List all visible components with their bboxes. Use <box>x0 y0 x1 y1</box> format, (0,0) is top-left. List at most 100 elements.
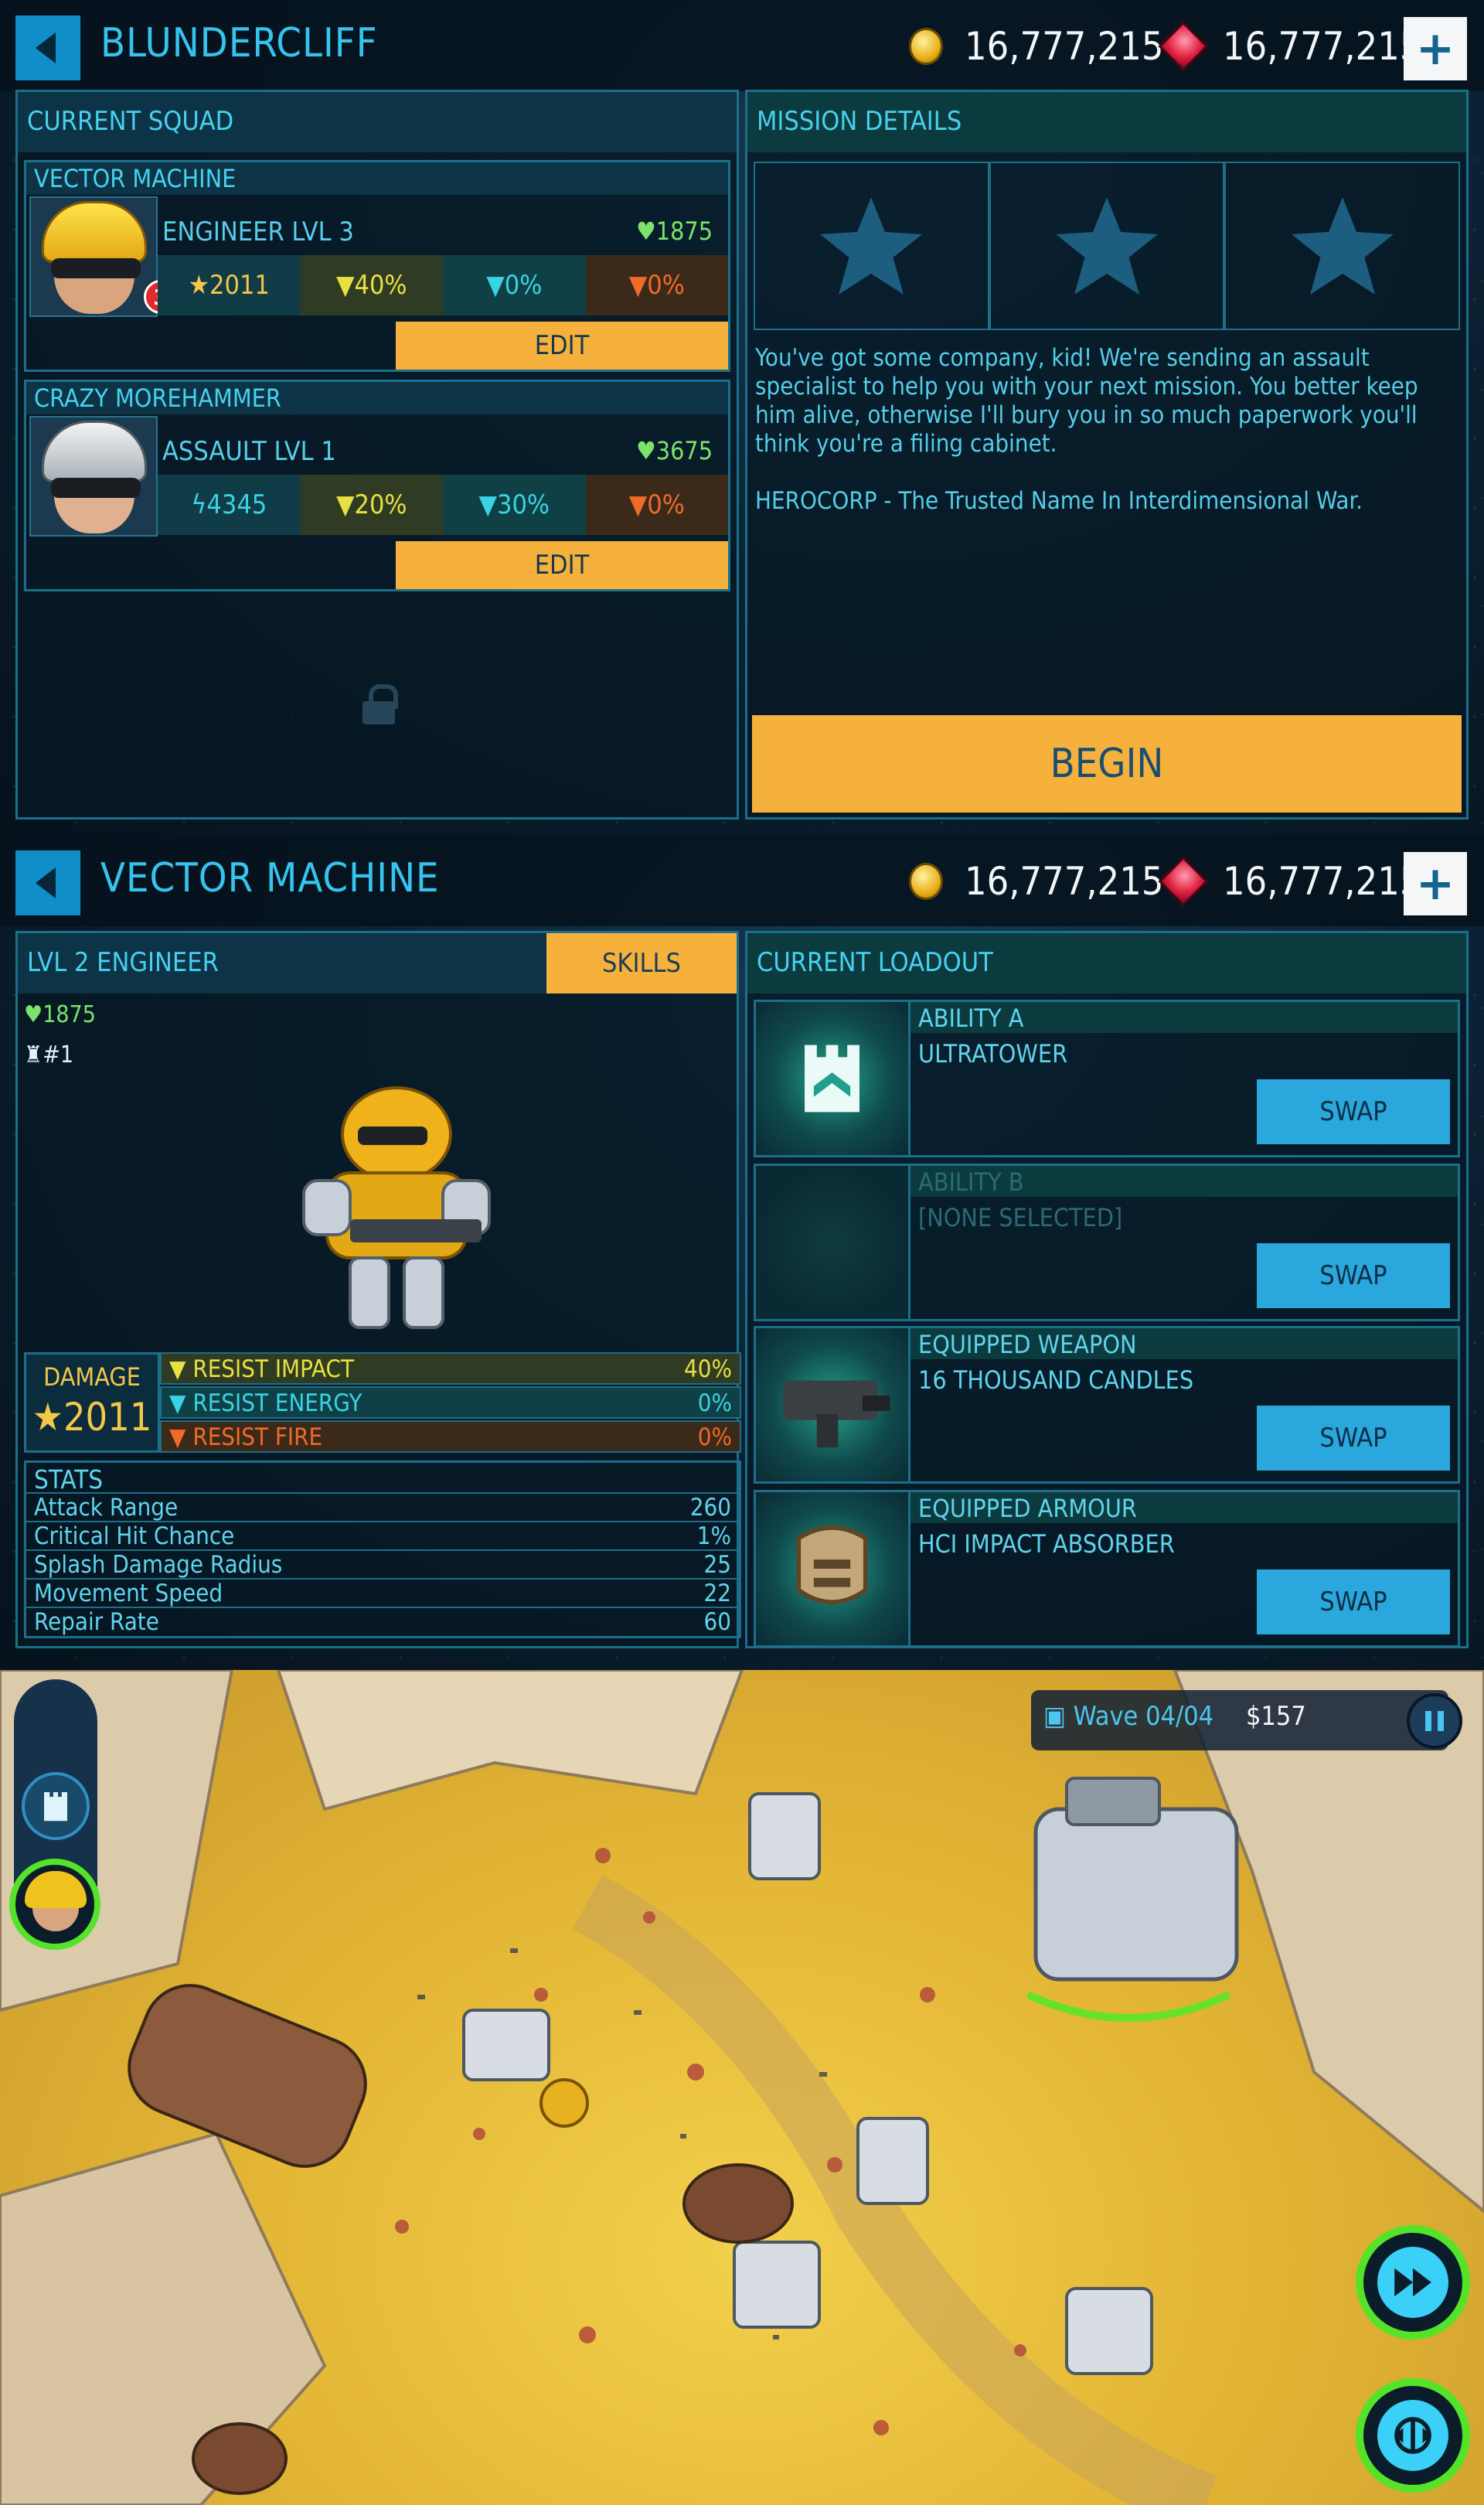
hero-portrait-button[interactable] <box>9 1859 100 1950</box>
heart-icon: ♥ <box>635 436 656 465</box>
loadout-slot-armour: EQUIPPED ARMOUR HCI IMPACT ABSORBER SWAP <box>754 1490 1460 1648</box>
fire-shield-icon: ▼ <box>628 489 648 520</box>
robot-icon: ♜ <box>24 1041 43 1068</box>
tower-ability-button[interactable] <box>22 1772 90 1840</box>
damage-star-icon: ★ <box>32 1395 63 1440</box>
damage-star-icon: ★ <box>188 270 210 301</box>
fire-stat: ▼ 0% <box>585 475 728 535</box>
star-slot <box>1224 162 1461 330</box>
swap-button[interactable]: SWAP <box>1257 1079 1450 1144</box>
energy-shield-icon: ▼ <box>486 270 505 301</box>
impact-shield-icon: ▼ <box>335 489 355 520</box>
gem-icon <box>1158 21 1209 72</box>
slot-title: EQUIPPED ARMOUR <box>910 1492 1458 1523</box>
loadout-panel: CURRENT LOADOUT ABILITY A ULTRATOWER SWA… <box>745 931 1469 1648</box>
coin-counter: 16,777,215 <box>909 19 1163 74</box>
panel-title: CURRENT LOADOUT <box>747 933 1466 993</box>
loadout-slot-ability-a: ABILITY A ULTRATOWER SWAP <box>754 1000 1460 1157</box>
resist-impact-row: ▼ RESIST IMPACT 40% <box>160 1352 741 1385</box>
hero-screen: VECTOR MACHINE 16,777,215 16,777,215 + L… <box>0 835 1484 1670</box>
mission-stars <box>754 162 1461 330</box>
coin-icon <box>909 863 943 900</box>
impact-stat: ▼ 20% <box>300 475 443 535</box>
skills-tab[interactable]: SKILLS <box>546 933 737 993</box>
slot-item-name: HCI IMPACT ABSORBER <box>918 1529 1175 1559</box>
fast-forward-icon <box>1373 2242 1453 2323</box>
camera-toggle-button[interactable] <box>1356 2378 1470 2493</box>
back-button[interactable] <box>15 850 80 915</box>
swap-button[interactable]: SWAP <box>1257 1243 1450 1308</box>
slot-title: ABILITY B <box>910 1166 1458 1197</box>
energy-shield-icon: ▼ <box>478 489 498 520</box>
member-class: ENGINEER LVL 3 <box>162 216 354 247</box>
edit-button[interactable]: EDIT <box>396 322 728 370</box>
slot-item-name: ULTRATOWER <box>918 1039 1068 1068</box>
member-stat-row: ϟ 4345 ▼ 20% ▼ 30% ▼ 0% <box>158 475 728 535</box>
resist-energy-row: ▼ RESIST ENERGY 0% <box>160 1386 741 1419</box>
star-slot <box>989 162 1225 330</box>
tower-icon <box>44 1792 67 1822</box>
avatar <box>29 196 158 317</box>
stat-row: Attack Range 260 <box>26 1494 739 1522</box>
swap-arrows-icon <box>1373 2395 1453 2476</box>
energy-stat: ▼ 0% <box>443 255 586 315</box>
damage-label: DAMAGE <box>43 1362 141 1392</box>
member-class: ASSAULT LVL 1 <box>162 436 336 467</box>
gameplay-screen[interactable]: ▣ Wave 04/04 $157 <box>0 1670 1484 2505</box>
hero-panel: LVL 2 ENGINEER SKILLS ♥1875 ♜#1 DAMAGE ★… <box>15 931 741 1648</box>
member-name: CRAZY MOREHAMMER <box>26 382 728 414</box>
impact-shield-icon: ▼ <box>169 1355 193 1383</box>
fire-shield-icon: ▼ <box>169 1423 193 1451</box>
fast-forward-button[interactable] <box>1356 2225 1470 2340</box>
stat-row: Movement Speed 22 <box>26 1580 739 1608</box>
gem-counter: 16,777,215 <box>1158 19 1421 74</box>
damage-box: DAMAGE ★2011 <box>24 1352 160 1453</box>
squad-member-card[interactable]: CRAZY MOREHAMMER ASSAULT LVL 1 ♥3675 ϟ 43… <box>24 380 730 591</box>
pause-button[interactable] <box>1407 1693 1462 1749</box>
add-currency-button[interactable]: + <box>1404 852 1467 915</box>
heart-icon: ♥ <box>635 216 656 246</box>
tower-icon <box>756 1002 910 1155</box>
star-icon <box>820 197 923 295</box>
slot-title: ABILITY A <box>910 1002 1458 1033</box>
swap-button[interactable]: SWAP <box>1257 1569 1450 1634</box>
bus-icon: ▣ <box>1043 1701 1074 1732</box>
panel-title: MISSION DETAILS <box>747 92 1466 152</box>
impact-stat: ▼ 40% <box>300 255 443 315</box>
wave-hud: ▣ Wave 04/04 $157 <box>1031 1690 1462 1750</box>
hero-rank: ♜#1 <box>24 1041 73 1068</box>
squad-member-card[interactable]: VECTOR MACHINE 3 ENGINEER LVL 3 ♥1875 ★2… <box>24 160 730 372</box>
star-slot <box>754 162 989 330</box>
stat-row: Repair Rate 60 <box>34 1608 731 1636</box>
loadout-slot-weapon: EQUIPPED WEAPON 16 THOUSAND CANDLES SWAP <box>754 1326 1460 1484</box>
member-name: VECTOR MACHINE <box>26 162 728 195</box>
coin-icon <box>909 28 943 65</box>
begin-button[interactable]: BEGIN <box>752 715 1462 813</box>
hero-hp: ♥1875 <box>24 1001 96 1028</box>
gem-amount: 16,777,215 <box>1223 859 1422 904</box>
back-button[interactable] <box>15 15 80 80</box>
add-currency-button[interactable]: + <box>1404 17 1467 80</box>
edit-button[interactable]: EDIT <box>396 541 728 589</box>
loadout-slot-ability-b: ABILITY B [NONE SELECTED] SWAP <box>754 1164 1460 1321</box>
swap-button[interactable]: SWAP <box>1257 1406 1450 1471</box>
slot-item-name: 16 THOUSAND CANDLES <box>918 1365 1194 1395</box>
member-hp: ♥1875 <box>635 216 713 246</box>
heart-icon: ♥ <box>24 1001 43 1028</box>
damage-stat: ★ 2011 <box>158 255 301 315</box>
armour-icon <box>756 1492 910 1645</box>
gun-icon <box>756 1328 910 1481</box>
avatar <box>29 416 158 537</box>
coin-counter: 16,777,215 <box>909 854 1163 909</box>
stats-title: STATS <box>26 1463 739 1494</box>
empty-slot-icon <box>756 1166 910 1319</box>
resist-fire-row: ▼ RESIST FIRE 0% <box>160 1420 741 1453</box>
slot-title: EQUIPPED WEAPON <box>910 1328 1458 1359</box>
gem-counter: 16,777,215 <box>1158 854 1422 909</box>
squad-screen: BLUNDERCLIFF 16,777,215 16,777,215 + CUR… <box>0 0 1484 835</box>
battlefield[interactable] <box>0 1670 1484 2505</box>
page-title: BLUNDERCLIFF <box>100 20 378 66</box>
star-icon <box>1056 197 1158 295</box>
lock-icon <box>362 684 398 724</box>
panel-title: CURRENT SQUAD <box>18 92 737 152</box>
